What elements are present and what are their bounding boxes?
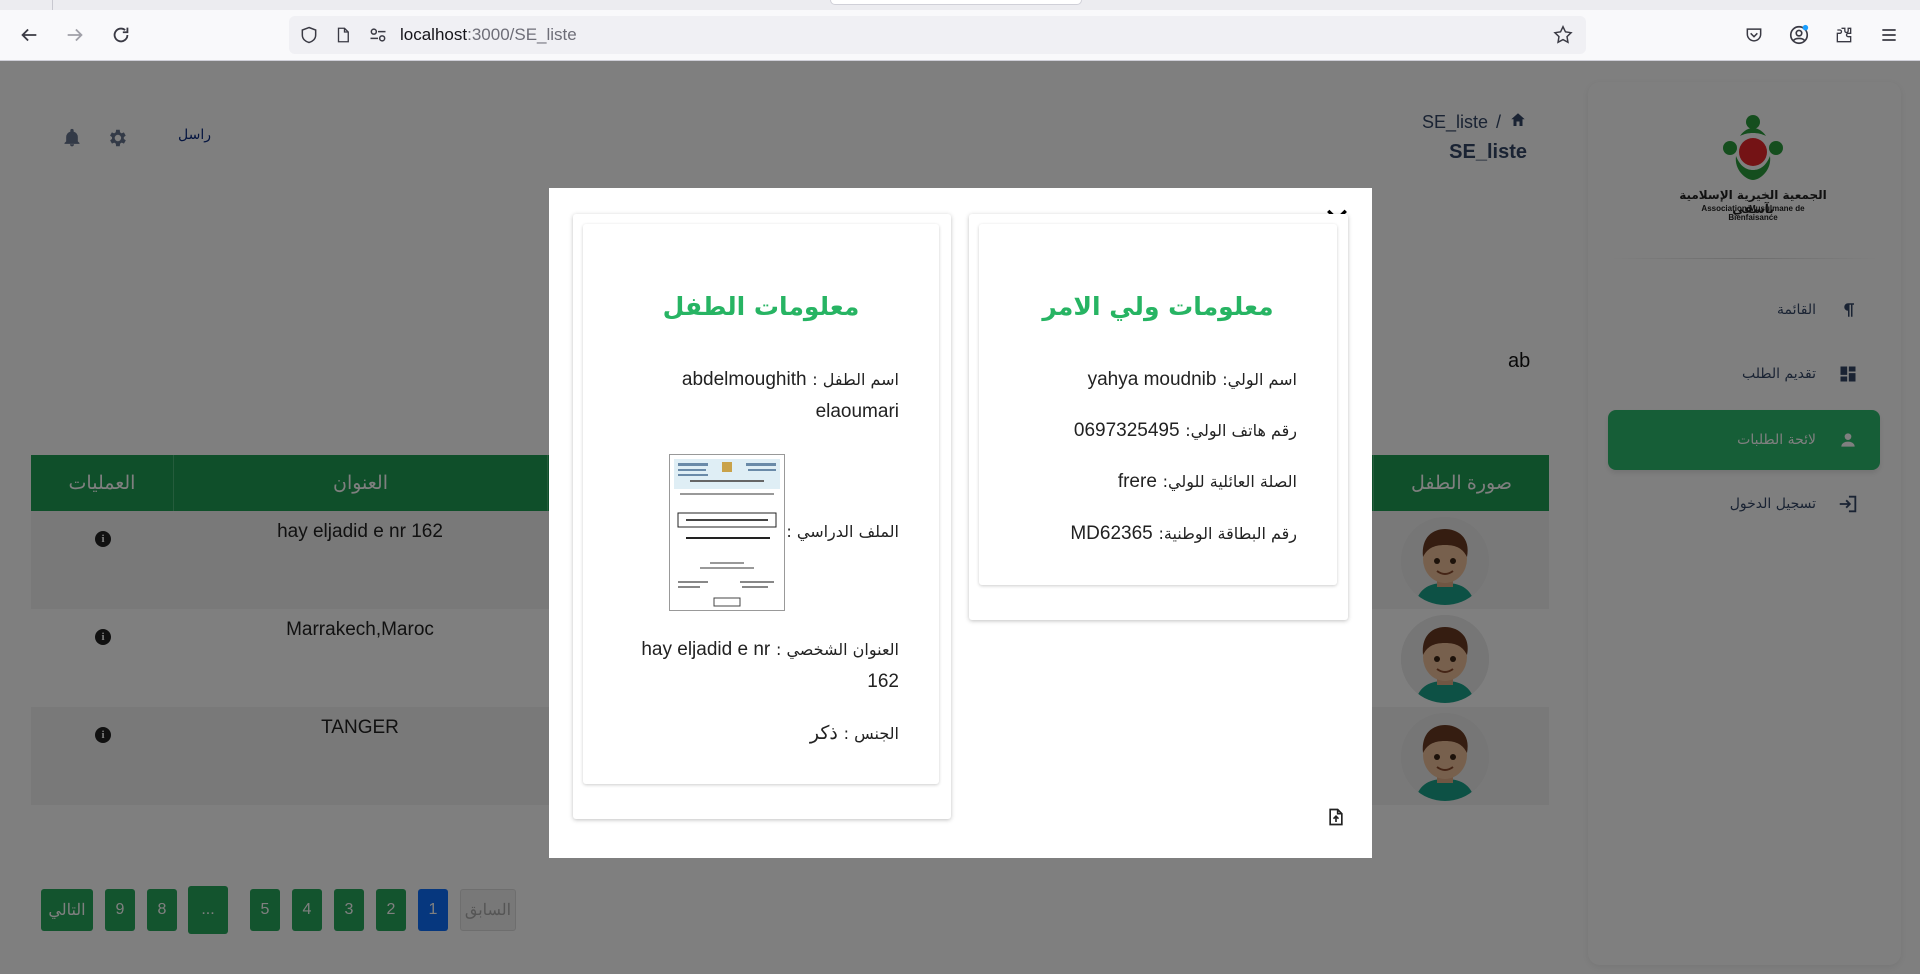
guardian-id: رقم البطاقة الوطنية: MD62365 — [997, 518, 1297, 550]
url-text[interactable]: localhost:3000/SE_liste — [400, 25, 577, 45]
browser-toolbar: localhost:3000/SE_liste — [0, 0, 1920, 61]
child-address-label: العنوان الشخصي : — [775, 640, 899, 659]
extensions-icon[interactable] — [1830, 21, 1858, 49]
guardian-card: معلومات ولي الامر اسم الولي: yahya moudn… — [969, 214, 1348, 620]
child-gender-label: الجنس : — [843, 724, 899, 743]
child-gender-value: ذكر — [809, 723, 838, 744]
guardian-name: اسم الولي: yahya moudnib — [997, 364, 1297, 396]
guardian-name-value: yahya moudnib — [1087, 369, 1217, 390]
child-name-label: اسم الطفل : — [812, 370, 899, 389]
permissions-icon[interactable] — [367, 24, 389, 46]
child-card-title: معلومات الطفل — [662, 292, 860, 321]
child-school-file-label: الملف الدراسي : — [786, 522, 899, 541]
guardian-id-value: MD62365 — [1070, 523, 1153, 544]
guardian-phone-label: رقم هاتف الولي: — [1185, 421, 1297, 440]
guardian-id-label: رقم البطاقة الوطنية: — [1158, 524, 1297, 543]
back-icon[interactable] — [14, 20, 44, 50]
pocket-icon[interactable] — [1740, 21, 1768, 49]
url-host: localhost — [400, 25, 468, 44]
guardian-relation-value: frere — [1117, 471, 1157, 492]
child-address: العنوان الشخصي : hay eljadid e nr 162 — [609, 634, 899, 698]
guardian-card-title: معلومات ولي الامر — [1042, 292, 1274, 321]
guardian-phone: رقم هاتف الولي: 0697325495 — [997, 415, 1297, 447]
page-icon[interactable] — [332, 24, 354, 46]
child-school-file: الملف الدراسي : — [779, 516, 899, 548]
details-modal: ✕ معلومات ولي الامر اسم الولي: yahya mou… — [549, 188, 1372, 858]
tab-separator — [52, 0, 53, 10]
guardian-phone-value: 0697325495 — [1073, 420, 1180, 441]
export-file-icon[interactable] — [1325, 805, 1347, 829]
guardian-name-label: اسم الولي: — [1222, 370, 1297, 389]
account-icon[interactable] — [1785, 21, 1813, 49]
child-gender: الجنس : ذكر — [629, 718, 899, 750]
child-name: اسم الطفل : abdelmoughith elaoumari — [629, 364, 899, 428]
guardian-card-inner: معلومات ولي الامر اسم الولي: yahya moudn… — [979, 224, 1337, 585]
reload-icon[interactable] — [106, 20, 136, 50]
forward-icon[interactable] — [60, 20, 90, 50]
bookmark-star-icon[interactable] — [1552, 24, 1574, 46]
active-tab[interactable] — [830, 0, 1082, 5]
guardian-relation: الصلة العائلية للولي: frere — [997, 466, 1297, 498]
shield-icon[interactable] — [298, 24, 320, 46]
guardian-relation-label: الصلة العائلية للولي: — [1162, 472, 1297, 491]
menu-icon[interactable] — [1875, 21, 1903, 49]
url-bar[interactable]: localhost:3000/SE_liste — [289, 16, 1586, 54]
school-document-thumbnail[interactable] — [669, 454, 785, 611]
url-path: :3000/SE_liste — [467, 25, 577, 44]
